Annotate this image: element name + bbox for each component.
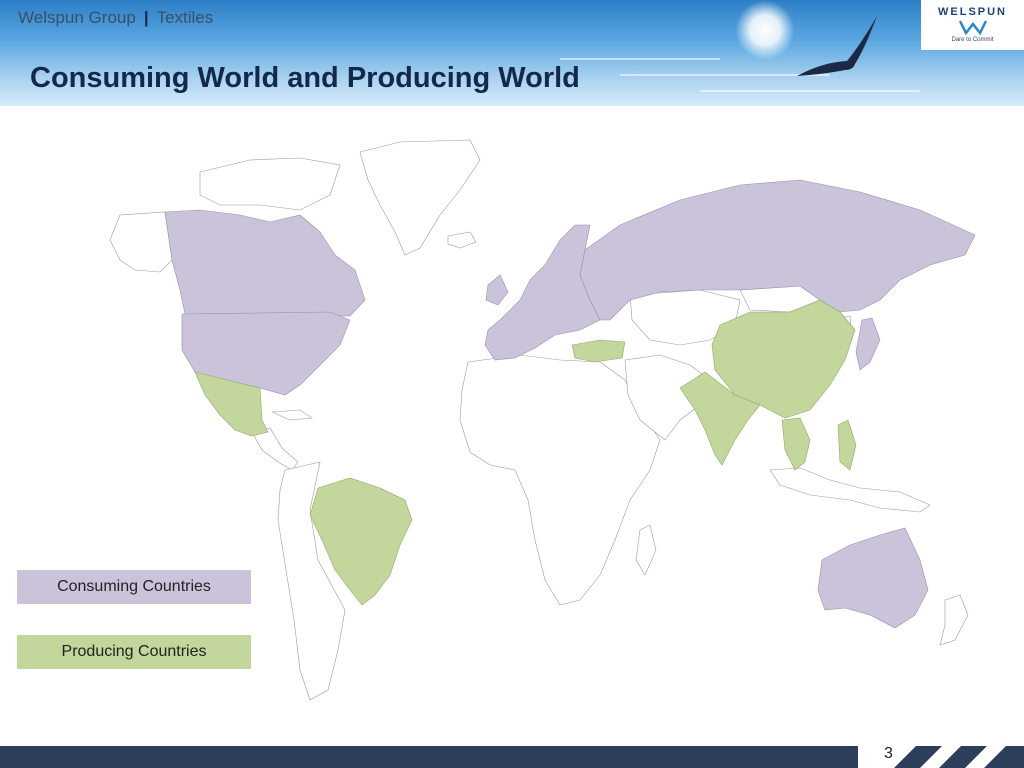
light-streak [700,90,920,92]
breadcrumb-separator: | [143,8,149,27]
header-banner: Welspun Group | Textiles Consuming World a… [0,0,1024,106]
canada [164,209,366,317]
breadcrumb: Welspun Group | Textiles [18,8,213,28]
footer-bar [0,746,1024,768]
arctic-islands [199,157,341,211]
australia [817,527,929,629]
iceland [447,231,477,249]
logo-wordmark: WELSPUN [938,6,1007,18]
light-streak [560,58,720,60]
sun-glow [735,0,795,60]
philippines [837,419,857,471]
bird-icon [797,16,877,76]
logo-w-icon [959,20,987,35]
logo-tagline: Dare to Commit [951,37,994,43]
madagascar [635,524,657,576]
turkey [571,339,626,363]
cuba [271,409,313,421]
breadcrumb-section: Textiles [156,8,214,27]
uk [485,274,509,306]
page-number: 3 [884,745,893,762]
legend-producing-countries: Producing Countries [17,635,251,669]
alaska [109,211,173,273]
page-title: Consuming World and Producing World [30,62,580,94]
indonesia [769,467,931,513]
japan [855,317,881,371]
legend-consuming-countries: Consuming Countries [17,570,251,604]
new-zealand [939,594,969,646]
south-east-asia [781,417,811,471]
breadcrumb-company: Welspun Group [18,8,136,27]
welspun-logo: WELSPUN Dare to Commit [921,0,1024,50]
